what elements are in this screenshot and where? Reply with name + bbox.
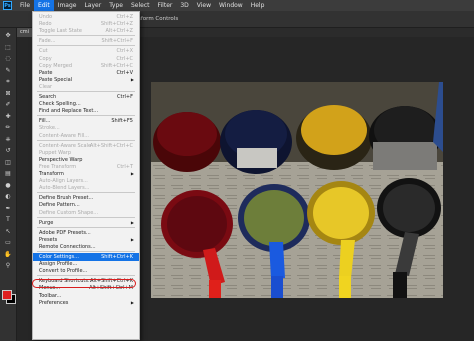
menu-3d[interactable]: 3D: [176, 0, 192, 11]
edit-menu-dropdown: Undo Ctrl+Z Redo Shift+Ctrl+Z Toggle Last St…: [32, 11, 140, 340]
menu-item-convert-to-profile[interactable]: Convert to Profile...: [33, 267, 139, 275]
menu-separator: [37, 216, 135, 218]
menu-item-label: Clear: [39, 83, 53, 90]
pen-icon[interactable]: ✒: [3, 205, 13, 213]
menu-item-remote-connections[interactable]: Remote Connections...: [33, 243, 139, 251]
menu-item-label: Find and Replace Text...: [39, 108, 99, 115]
menu-separator: [37, 139, 135, 141]
menu-item-label: Purge: [39, 219, 54, 226]
document-image[interactable]: [151, 82, 443, 298]
hand-icon[interactable]: ✋: [3, 251, 13, 259]
transform-controls-label[interactable]: sform Controls: [138, 11, 178, 27]
photoshop-logo: Ps: [3, 1, 12, 10]
gradient-icon[interactable]: ▤: [3, 170, 13, 178]
clone-stamp-icon[interactable]: ⎈: [3, 136, 13, 144]
blur-icon[interactable]: ●: [3, 182, 13, 190]
menu-bar: Ps File Edit Image Layer Type Select Filter 3D V…: [0, 0, 474, 11]
healing-icon[interactable]: ✚: [3, 113, 13, 121]
menu-item-toggle-last-state: Toggle Last State Alt+Ctrl+Z: [33, 27, 139, 35]
paint-cans-photo: [151, 82, 443, 298]
menu-view[interactable]: View: [193, 0, 215, 11]
menu-filter[interactable]: Filter: [154, 0, 177, 11]
menu-separator: [37, 251, 135, 252]
dodge-icon[interactable]: ◐: [3, 193, 13, 201]
menu-item-label: Define Custom Shape...: [39, 209, 99, 216]
history-brush-icon[interactable]: ↺: [3, 147, 13, 155]
menu-item-label: Convert to Profile...: [39, 268, 88, 275]
menu-item-fade: Fade... Shift+Ctrl+F: [33, 37, 139, 45]
menu-separator: [37, 35, 135, 37]
menu-item-label: Fade...: [39, 38, 56, 45]
menu-image[interactable]: Image: [54, 0, 81, 11]
brush-icon[interactable]: ✏: [3, 124, 13, 132]
menu-edit[interactable]: Edit: [34, 0, 54, 11]
crop-icon[interactable]: ⌗: [3, 78, 13, 86]
type-icon[interactable]: T: [3, 216, 13, 224]
menu-separator: [37, 45, 135, 47]
menu-item-label: Toggle Last State: [39, 28, 82, 35]
marquee-icon[interactable]: ⬚: [3, 44, 13, 52]
move-icon[interactable]: ✥: [3, 32, 13, 40]
menu-separator: [37, 91, 135, 92]
tools-panel: ✥ ⬚ ◌ ✎ ⌗ ⊠ ✐ ✚ ✏ ⎈ ↺ ◫ ▤ ● ◐ ✒ T ↖ ▭ ✋ ⚲: [0, 28, 17, 341]
menu-item-shortcut: Alt+Ctrl+Z: [105, 28, 133, 35]
menu-item-preferences[interactable]: Preferences ▶: [33, 299, 139, 307]
menu-item-label: Auto-Blend Layers...: [39, 185, 90, 192]
menu-item-find-and-replace-text[interactable]: Find and Replace Text...: [33, 107, 139, 115]
rectangle-icon[interactable]: ▭: [3, 239, 13, 247]
menu-type[interactable]: Type: [105, 0, 127, 11]
menu-help[interactable]: Help: [247, 0, 269, 11]
foreground-color-swatch[interactable]: [2, 290, 12, 300]
submenu-arrow-icon: ▶: [130, 219, 134, 225]
menu-item-label: Content-Aware Fill...: [39, 132, 90, 139]
menu-item-content-aware-fill: Content-Aware Fill...: [33, 132, 139, 140]
menu-file[interactable]: File: [16, 0, 34, 11]
menu-separator: [37, 115, 135, 117]
menu-separator: [37, 226, 135, 228]
menu-item-purge[interactable]: Purge ▶: [33, 219, 139, 227]
menu-item-label: Preferences: [39, 299, 69, 306]
menu-item-shortcut: Shift+Ctrl+F: [101, 38, 133, 45]
zoom-icon[interactable]: ⚲: [3, 262, 13, 270]
menu-separator: [37, 275, 135, 277]
menu-item-label: Remote Connections...: [39, 243, 96, 250]
submenu-arrow-icon: ▶: [130, 299, 134, 305]
eraser-icon[interactable]: ◫: [3, 159, 13, 167]
lasso-icon[interactable]: ◌: [3, 55, 13, 63]
menu-window[interactable]: Window: [215, 0, 247, 11]
frame-icon[interactable]: ⊠: [3, 90, 13, 98]
eyedropper-icon[interactable]: ✐: [3, 101, 13, 109]
menu-item-define-custom-shape: Define Custom Shape...: [33, 209, 139, 217]
quick-select-icon[interactable]: ✎: [3, 67, 13, 75]
menu-layer[interactable]: Layer: [80, 0, 105, 11]
menu-separator: [37, 192, 135, 194]
path-select-icon[interactable]: ↖: [3, 228, 13, 236]
menu-select[interactable]: Select: [127, 0, 154, 11]
menu-item-clear: Clear: [33, 83, 139, 91]
menu-item-auto-blend-layers: Auto-Blend Layers...: [33, 184, 139, 192]
